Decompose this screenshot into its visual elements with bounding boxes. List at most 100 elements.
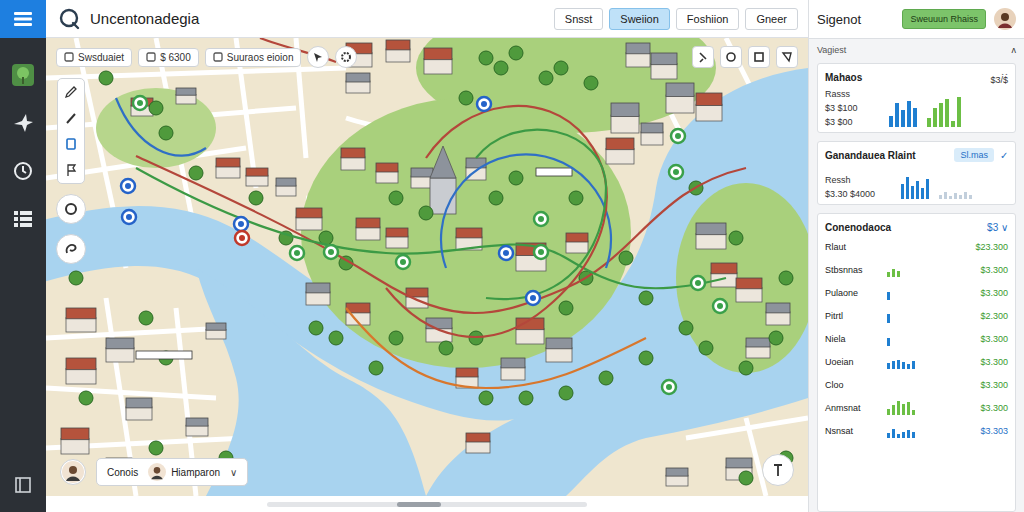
routes-button[interactable]: [8, 108, 38, 138]
user-menu-caret[interactable]: ∨: [230, 467, 237, 478]
collaborator[interactable]: Conois: [107, 467, 138, 478]
card-label: Ressh: [825, 175, 895, 185]
chart-bar: [892, 429, 895, 438]
map-pin[interactable]: [477, 97, 491, 111]
layers-button[interactable]: [307, 46, 329, 68]
card-value[interactable]: $3 ∨: [987, 222, 1008, 233]
user-avatar[interactable]: [60, 459, 86, 485]
building: [606, 138, 634, 164]
map-pin[interactable]: [133, 96, 147, 110]
map-pin[interactable]: [290, 246, 304, 260]
action-button[interactable]: Sweuuun Rhaiss: [902, 9, 986, 29]
tab[interactable]: Gneer: [745, 8, 798, 30]
row-value: $3.300: [962, 288, 1008, 298]
route-line[interactable]: [136, 168, 726, 288]
list-row[interactable]: Cloo$3.300: [825, 373, 1008, 396]
route-line[interactable]: [476, 130, 606, 299]
filter-chip[interactable]: Swsduaiet: [56, 48, 132, 67]
check-mark[interactable]: ✓: [1000, 150, 1008, 161]
filter-chip[interactable]: $ 6300: [138, 48, 199, 67]
map-pin[interactable]: [713, 299, 727, 313]
refresh-button[interactable]: [720, 46, 742, 68]
chart-bar: [892, 361, 895, 369]
chart-bar: [944, 192, 947, 199]
collaborator[interactable]: Hiamparon: [148, 463, 220, 481]
chart-bar: [912, 432, 915, 438]
profile-avatar-icon[interactable]: [994, 8, 1016, 30]
workspace-button[interactable]: [8, 60, 38, 90]
chart-series: [901, 177, 929, 199]
list-row[interactable]: Pitrtl$2.300: [825, 304, 1008, 327]
area-tool[interactable]: [58, 131, 84, 157]
map-pin[interactable]: [396, 255, 410, 269]
building: [696, 223, 726, 249]
scroll-thumb[interactable]: [397, 502, 441, 507]
map-pin[interactable]: [671, 129, 685, 143]
view-tools: [692, 46, 798, 68]
map-pin[interactable]: [534, 245, 548, 259]
map-canvas[interactable]: [46, 38, 808, 496]
building: [696, 93, 722, 121]
pen-tool[interactable]: [58, 105, 84, 131]
location-button[interactable]: [762, 454, 794, 486]
app-title: Uncentonadegia: [90, 10, 199, 27]
row-chart: [887, 309, 962, 323]
building: [641, 123, 663, 145]
map-pin[interactable]: [324, 245, 338, 259]
list-row[interactable]: Stbsnnas$3.300: [825, 258, 1008, 281]
history-button[interactable]: [8, 156, 38, 186]
chart-series: [889, 101, 917, 127]
tab[interactable]: Snsst: [554, 8, 604, 30]
list-row[interactable]: Uoeian$3.300: [825, 350, 1008, 373]
map-pin[interactable]: [121, 179, 135, 193]
gear-icon: [340, 51, 352, 63]
draw-tool[interactable]: [58, 79, 84, 105]
lasso-button[interactable]: [56, 234, 86, 264]
list-row[interactable]: Pulaone$3.300: [825, 281, 1008, 304]
chart-series: [939, 192, 972, 199]
row-value: $2.300: [962, 311, 1008, 321]
tab[interactable]: Sweiion: [609, 8, 670, 30]
building: [106, 338, 134, 362]
list-row[interactable]: Niela$3.300: [825, 327, 1008, 350]
tab[interactable]: Foshiion: [676, 8, 740, 30]
card-title: Mahaos: [825, 72, 862, 83]
chart-bar: [907, 364, 910, 369]
pin-tool-button[interactable]: [692, 46, 714, 68]
chart-bar: [901, 110, 905, 127]
library-button[interactable]: [8, 470, 38, 500]
target-button[interactable]: [56, 194, 86, 224]
map-pin[interactable]: [235, 231, 249, 245]
map-pin[interactable]: [691, 276, 705, 290]
tag-button[interactable]: [776, 46, 798, 68]
map-view[interactable]: Swsduaiet $ 6300 Suuraos eioion Conois Hiamp…: [46, 38, 808, 512]
chart-bar: [951, 121, 955, 127]
route-line[interactable]: [116, 98, 611, 268]
map-pin[interactable]: [122, 210, 136, 224]
frame-button[interactable]: [748, 46, 770, 68]
list-row[interactable]: Anmsnat$3.300: [825, 396, 1008, 419]
filter-icon: [213, 52, 223, 62]
building: [176, 88, 196, 104]
building: [186, 418, 208, 436]
map-pin[interactable]: [499, 246, 513, 260]
list-row[interactable]: Nsnsat$3.303: [825, 419, 1008, 442]
map-pin[interactable]: [669, 165, 683, 179]
section-header[interactable]: Vagiestʌ: [817, 45, 1016, 55]
menu-button[interactable]: [0, 0, 46, 38]
chart-bar: [912, 410, 915, 415]
report-badge[interactable]: Sl.mas: [954, 148, 994, 162]
chart-bar: [949, 196, 952, 199]
list-row[interactable]: Rlaut$23.300: [825, 235, 1008, 258]
map-pin[interactable]: [534, 212, 548, 226]
map-pin[interactable]: [234, 217, 248, 231]
map-scrollbar[interactable]: [46, 496, 808, 512]
filter-chip[interactable]: Suuraos eioion: [205, 48, 302, 67]
map-pin[interactable]: [662, 380, 676, 394]
list-button[interactable]: [8, 204, 38, 234]
route-line[interactable]: [346, 308, 646, 388]
map-pin[interactable]: [526, 291, 540, 305]
route-line[interactable]: [260, 38, 607, 337]
settings-button[interactable]: [335, 46, 357, 68]
flag-tool[interactable]: [58, 157, 84, 183]
